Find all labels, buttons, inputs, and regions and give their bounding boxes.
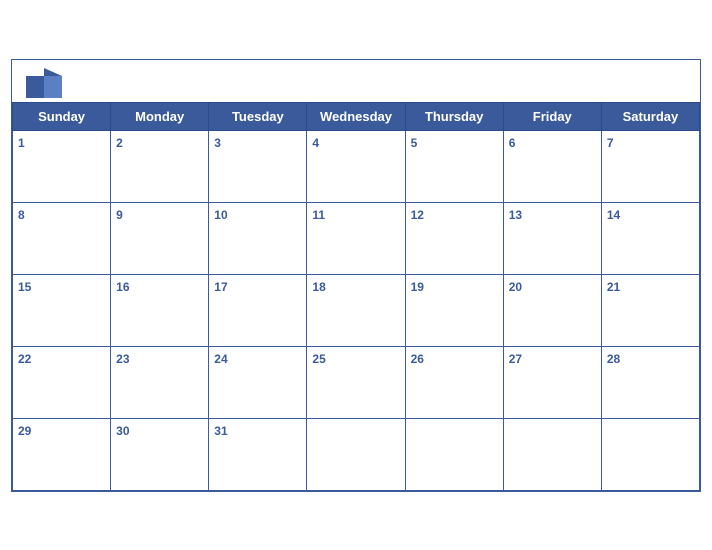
calendar-cell: 22 xyxy=(13,346,111,418)
calendar-cell: 28 xyxy=(601,346,699,418)
calendar-cell: 16 xyxy=(111,274,209,346)
weekday-monday: Monday xyxy=(111,102,209,130)
calendar-table: SundayMondayTuesdayWednesdayThursdayFrid… xyxy=(12,102,700,491)
calendar-cell: 29 xyxy=(13,418,111,490)
day-number: 10 xyxy=(214,208,227,222)
day-number: 12 xyxy=(411,208,424,222)
calendar-cell: 2 xyxy=(111,130,209,202)
calendar-cell: 24 xyxy=(209,346,307,418)
calendar-cell xyxy=(405,418,503,490)
day-number: 8 xyxy=(18,208,25,222)
week-row-2: 8 9 10 11 12 13 14 xyxy=(13,202,700,274)
calendar-cell: 7 xyxy=(601,130,699,202)
week-row-5: 29 30 31 xyxy=(13,418,700,490)
week-row-3: 15 16 17 18 19 20 21 xyxy=(13,274,700,346)
weekday-tuesday: Tuesday xyxy=(209,102,307,130)
day-number: 6 xyxy=(509,136,516,150)
week-row-4: 22 23 24 25 26 27 28 xyxy=(13,346,700,418)
day-number: 28 xyxy=(607,352,620,366)
calendar-cell: 20 xyxy=(503,274,601,346)
weekday-friday: Friday xyxy=(503,102,601,130)
calendar-cell xyxy=(601,418,699,490)
weekday-header-row: SundayMondayTuesdayWednesdayThursdayFrid… xyxy=(13,102,700,130)
day-number: 16 xyxy=(116,280,129,294)
day-number: 17 xyxy=(214,280,227,294)
day-number: 1 xyxy=(18,136,25,150)
day-number: 20 xyxy=(509,280,522,294)
logo-icon xyxy=(26,68,62,98)
logo xyxy=(26,68,66,98)
calendar-cell: 6 xyxy=(503,130,601,202)
calendar-cell: 14 xyxy=(601,202,699,274)
calendar-cell: 17 xyxy=(209,274,307,346)
day-number: 30 xyxy=(116,424,129,438)
day-number: 2 xyxy=(116,136,123,150)
calendar-cell: 15 xyxy=(13,274,111,346)
day-number: 14 xyxy=(607,208,620,222)
calendar-header xyxy=(12,60,700,102)
week-row-1: 1 2 3 4 5 6 7 xyxy=(13,130,700,202)
calendar-cell: 18 xyxy=(307,274,405,346)
calendar-cell: 30 xyxy=(111,418,209,490)
day-number: 22 xyxy=(18,352,31,366)
day-number: 21 xyxy=(607,280,620,294)
calendar-cell: 23 xyxy=(111,346,209,418)
weekday-wednesday: Wednesday xyxy=(307,102,405,130)
day-number: 15 xyxy=(18,280,31,294)
weekday-sunday: Sunday xyxy=(13,102,111,130)
calendar-cell: 25 xyxy=(307,346,405,418)
day-number: 26 xyxy=(411,352,424,366)
calendar-cell: 12 xyxy=(405,202,503,274)
calendar-cell: 19 xyxy=(405,274,503,346)
day-number: 3 xyxy=(214,136,221,150)
day-number: 9 xyxy=(116,208,123,222)
calendar-cell: 13 xyxy=(503,202,601,274)
weekday-thursday: Thursday xyxy=(405,102,503,130)
calendar-cell: 1 xyxy=(13,130,111,202)
calendar-cell: 9 xyxy=(111,202,209,274)
day-number: 24 xyxy=(214,352,227,366)
calendar-cell xyxy=(307,418,405,490)
day-number: 7 xyxy=(607,136,614,150)
calendar-cell xyxy=(503,418,601,490)
calendar: SundayMondayTuesdayWednesdayThursdayFrid… xyxy=(11,59,701,492)
day-number: 18 xyxy=(312,280,325,294)
weekday-saturday: Saturday xyxy=(601,102,699,130)
day-number: 23 xyxy=(116,352,129,366)
calendar-cell: 8 xyxy=(13,202,111,274)
calendar-cell: 26 xyxy=(405,346,503,418)
calendar-cell: 21 xyxy=(601,274,699,346)
day-number: 19 xyxy=(411,280,424,294)
day-number: 5 xyxy=(411,136,418,150)
day-number: 4 xyxy=(312,136,319,150)
calendar-cell: 27 xyxy=(503,346,601,418)
calendar-cell: 11 xyxy=(307,202,405,274)
calendar-cell: 10 xyxy=(209,202,307,274)
day-number: 13 xyxy=(509,208,522,222)
calendar-cell: 4 xyxy=(307,130,405,202)
day-number: 29 xyxy=(18,424,31,438)
day-number: 11 xyxy=(312,208,325,222)
calendar-cell: 31 xyxy=(209,418,307,490)
calendar-cell: 3 xyxy=(209,130,307,202)
day-number: 25 xyxy=(312,352,325,366)
day-number: 27 xyxy=(509,352,522,366)
calendar-cell: 5 xyxy=(405,130,503,202)
day-number: 31 xyxy=(214,424,227,438)
